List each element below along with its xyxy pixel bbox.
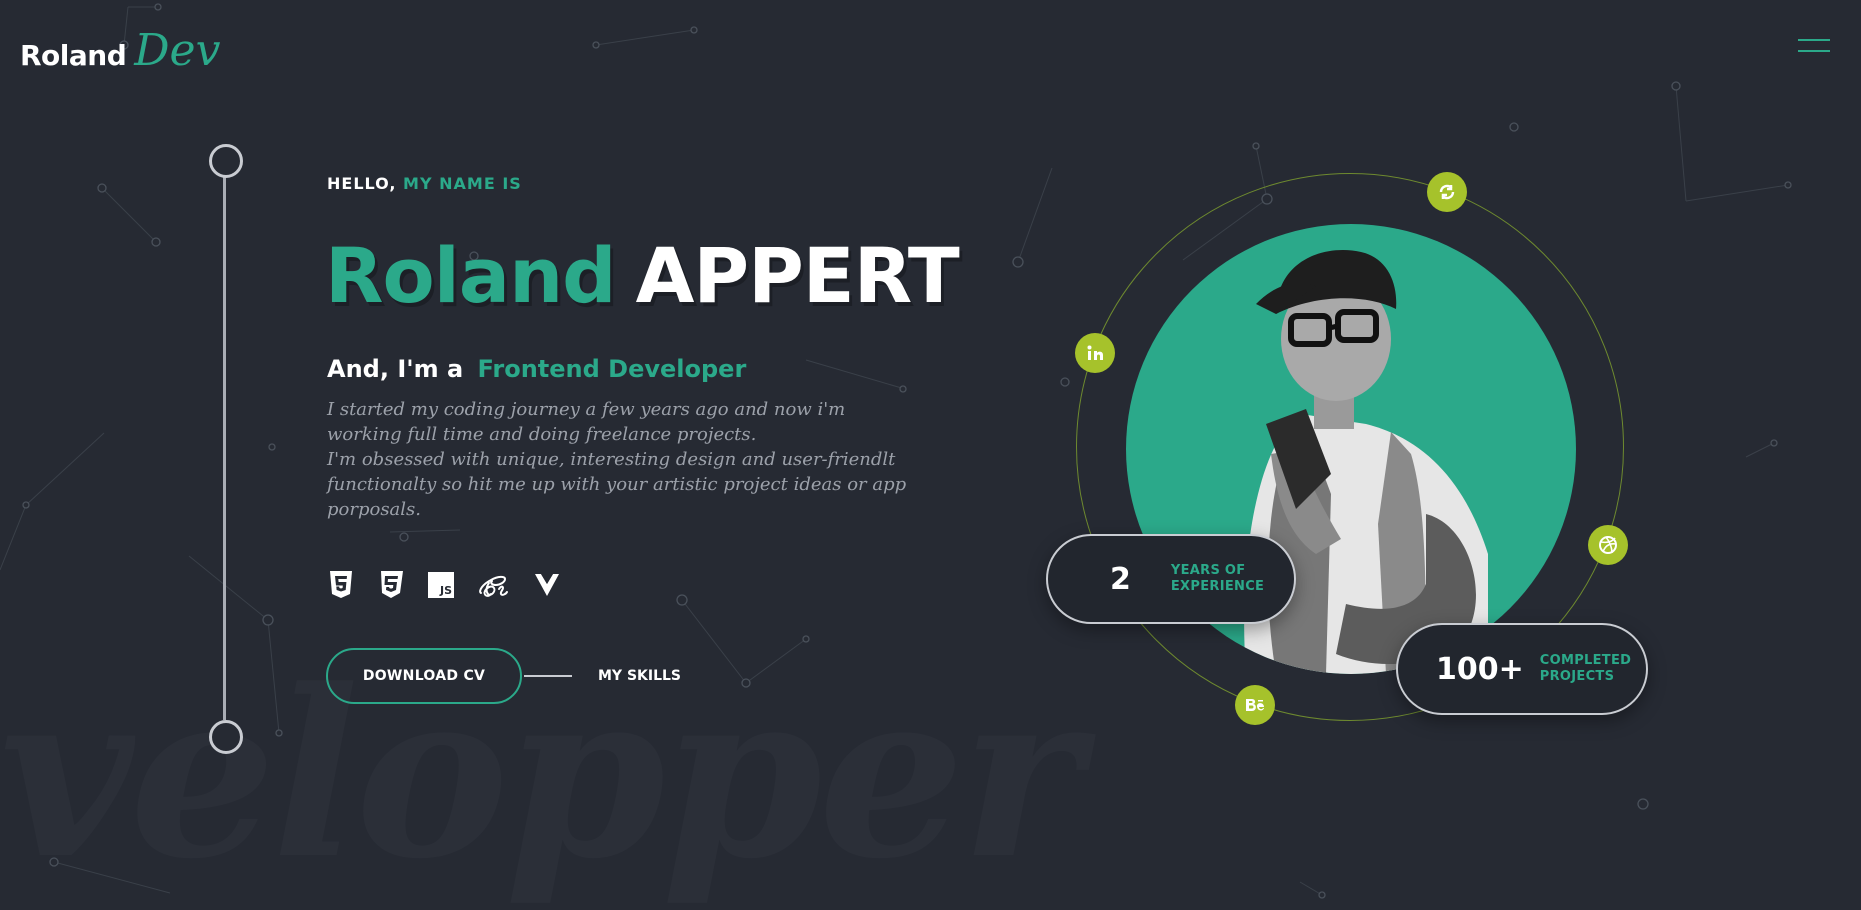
javascript-icon-text: JS <box>439 584 452 597</box>
logo-main-text: Roland <box>20 38 127 72</box>
greeting: HELLO, MY NAME IS <box>327 174 522 193</box>
hamburger-icon-line <box>1798 50 1830 52</box>
role-title: Frontend Developer <box>477 355 747 383</box>
hamburger-menu-button[interactable] <box>1798 39 1830 57</box>
site-logo[interactable]: Roland Dev <box>20 25 220 80</box>
download-cv-button[interactable]: DOWNLOAD CV <box>326 648 522 704</box>
experience-label-line1: YEARS OF <box>1170 563 1246 578</box>
sass-icon <box>476 570 512 600</box>
timeline-bottom-dot <box>209 720 243 754</box>
dribbble-icon[interactable] <box>1588 525 1628 565</box>
greeting-accent: MY NAME IS <box>403 174 522 193</box>
cta-connector-line <box>524 675 572 677</box>
vue-icon <box>532 570 562 600</box>
greeting-prefix: HELLO, <box>327 174 397 193</box>
timeline-top-dot <box>209 144 243 178</box>
behance-icon[interactable] <box>1235 685 1275 725</box>
timeline-line <box>223 176 226 720</box>
logo-accent-text: Dev <box>134 24 221 76</box>
codepen-icon[interactable] <box>1427 172 1467 212</box>
last-name: APPERT <box>635 231 960 320</box>
projects-label-line2: PROJECTS <box>1539 669 1615 684</box>
linkedin-icon[interactable] <box>1075 333 1115 373</box>
javascript-icon: JS <box>426 570 456 600</box>
bio-text: I started my coding journey a few years … <box>327 397 917 522</box>
html5-icon <box>326 570 356 600</box>
experience-label-line2: EXPERIENCE <box>1170 579 1265 594</box>
tech-stack-icons: JS <box>326 570 562 600</box>
role-line: And, I'm a Frontend Developer <box>327 355 746 383</box>
projects-stat: 100+ COMPLETED PROJECTS <box>1396 623 1648 715</box>
projects-value: 100+ <box>1436 651 1524 687</box>
role-prefix: And, I'm a <box>327 355 464 383</box>
css3-icon <box>376 570 406 600</box>
projects-label: COMPLETED PROJECTS <box>1540 653 1631 685</box>
my-skills-link[interactable]: MY SKILLS <box>598 668 681 684</box>
first-name: Roland <box>325 231 617 320</box>
bio-paragraph-1: I started my coding journey a few years … <box>327 399 846 445</box>
cta-row: DOWNLOAD CV MY SKILLS <box>326 648 681 704</box>
bio-paragraph-2: I'm obsessed with unique, interesting de… <box>327 449 907 520</box>
hero-name: Roland APPERT <box>325 238 960 314</box>
experience-value: 2 <box>1110 561 1131 597</box>
hamburger-icon <box>1798 39 1830 41</box>
experience-label: YEARS OF EXPERIENCE <box>1171 563 1264 595</box>
projects-label-line1: COMPLETED <box>1539 653 1632 668</box>
experience-stat: 2 YEARS OF EXPERIENCE <box>1046 534 1296 624</box>
